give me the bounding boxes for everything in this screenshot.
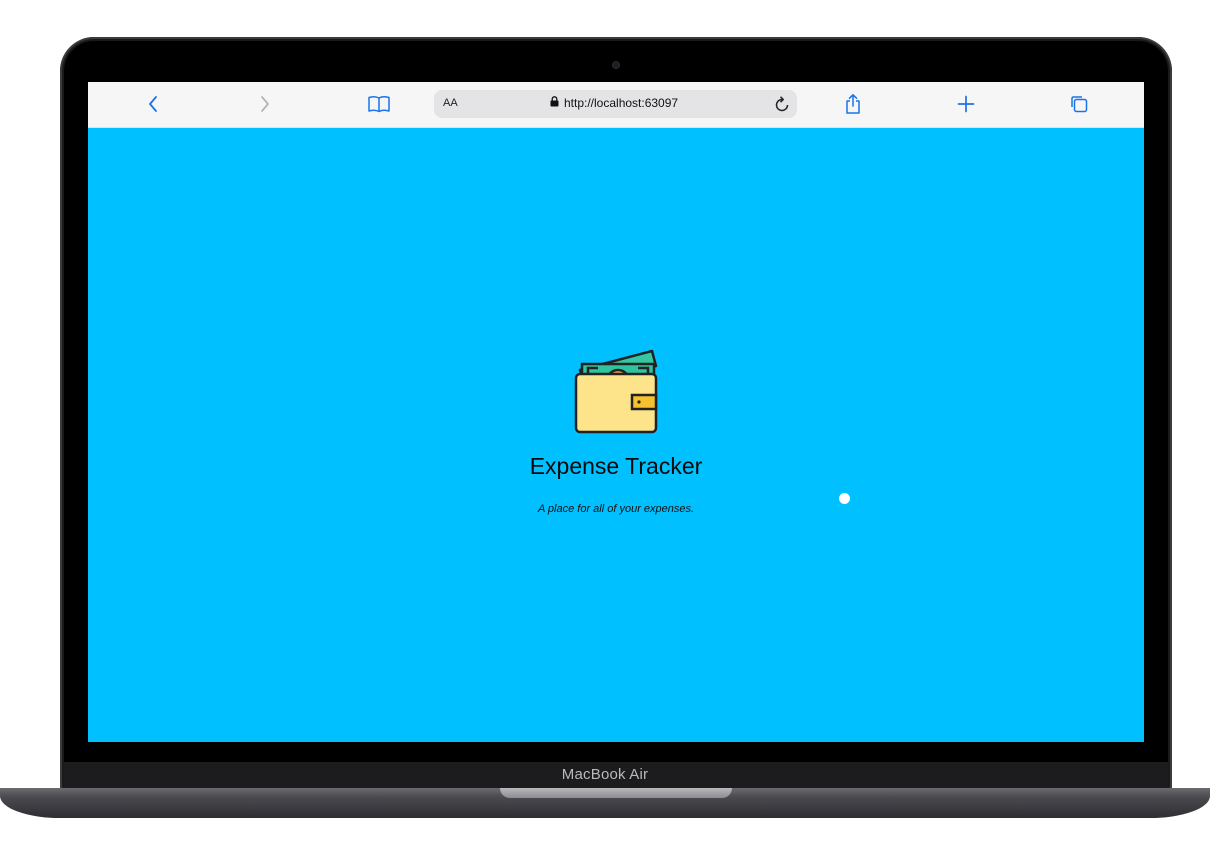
laptop-notch [500,788,732,798]
back-button[interactable] [138,90,168,118]
wallet-icon [572,348,660,441]
device-label: MacBook Air [561,766,649,783]
page-subtitle: A place for all of your expenses. [537,503,695,515]
new-tab-button[interactable] [951,90,981,118]
share-button[interactable] [838,90,868,118]
text-size-button[interactable]: AA [443,97,458,109]
browser-screen: AA http://localhost:63097 Expense Tracke… [88,82,1144,742]
tabs-icon [1069,94,1089,114]
page-title: Expense Tracker [529,453,703,479]
plus-icon [957,95,975,113]
url-display[interactable]: http://localhost:63097 [550,96,678,110]
bookmarks-button[interactable] [364,90,394,118]
browser-toolbar: AA http://localhost:63097 [88,82,1144,128]
lock-icon [550,96,559,110]
reload-icon[interactable] [773,94,791,119]
forward-button[interactable] [250,90,280,118]
tabs-button[interactable] [1064,90,1094,118]
chevron-right-icon [259,95,271,113]
share-icon [844,93,862,115]
camera-icon [613,62,619,68]
book-icon [367,95,391,113]
url-text: http://localhost:63097 [564,96,679,110]
address-bar[interactable]: AA http://localhost:63097 [434,90,797,118]
loading-indicator [839,493,850,504]
chevron-left-icon [147,95,159,113]
